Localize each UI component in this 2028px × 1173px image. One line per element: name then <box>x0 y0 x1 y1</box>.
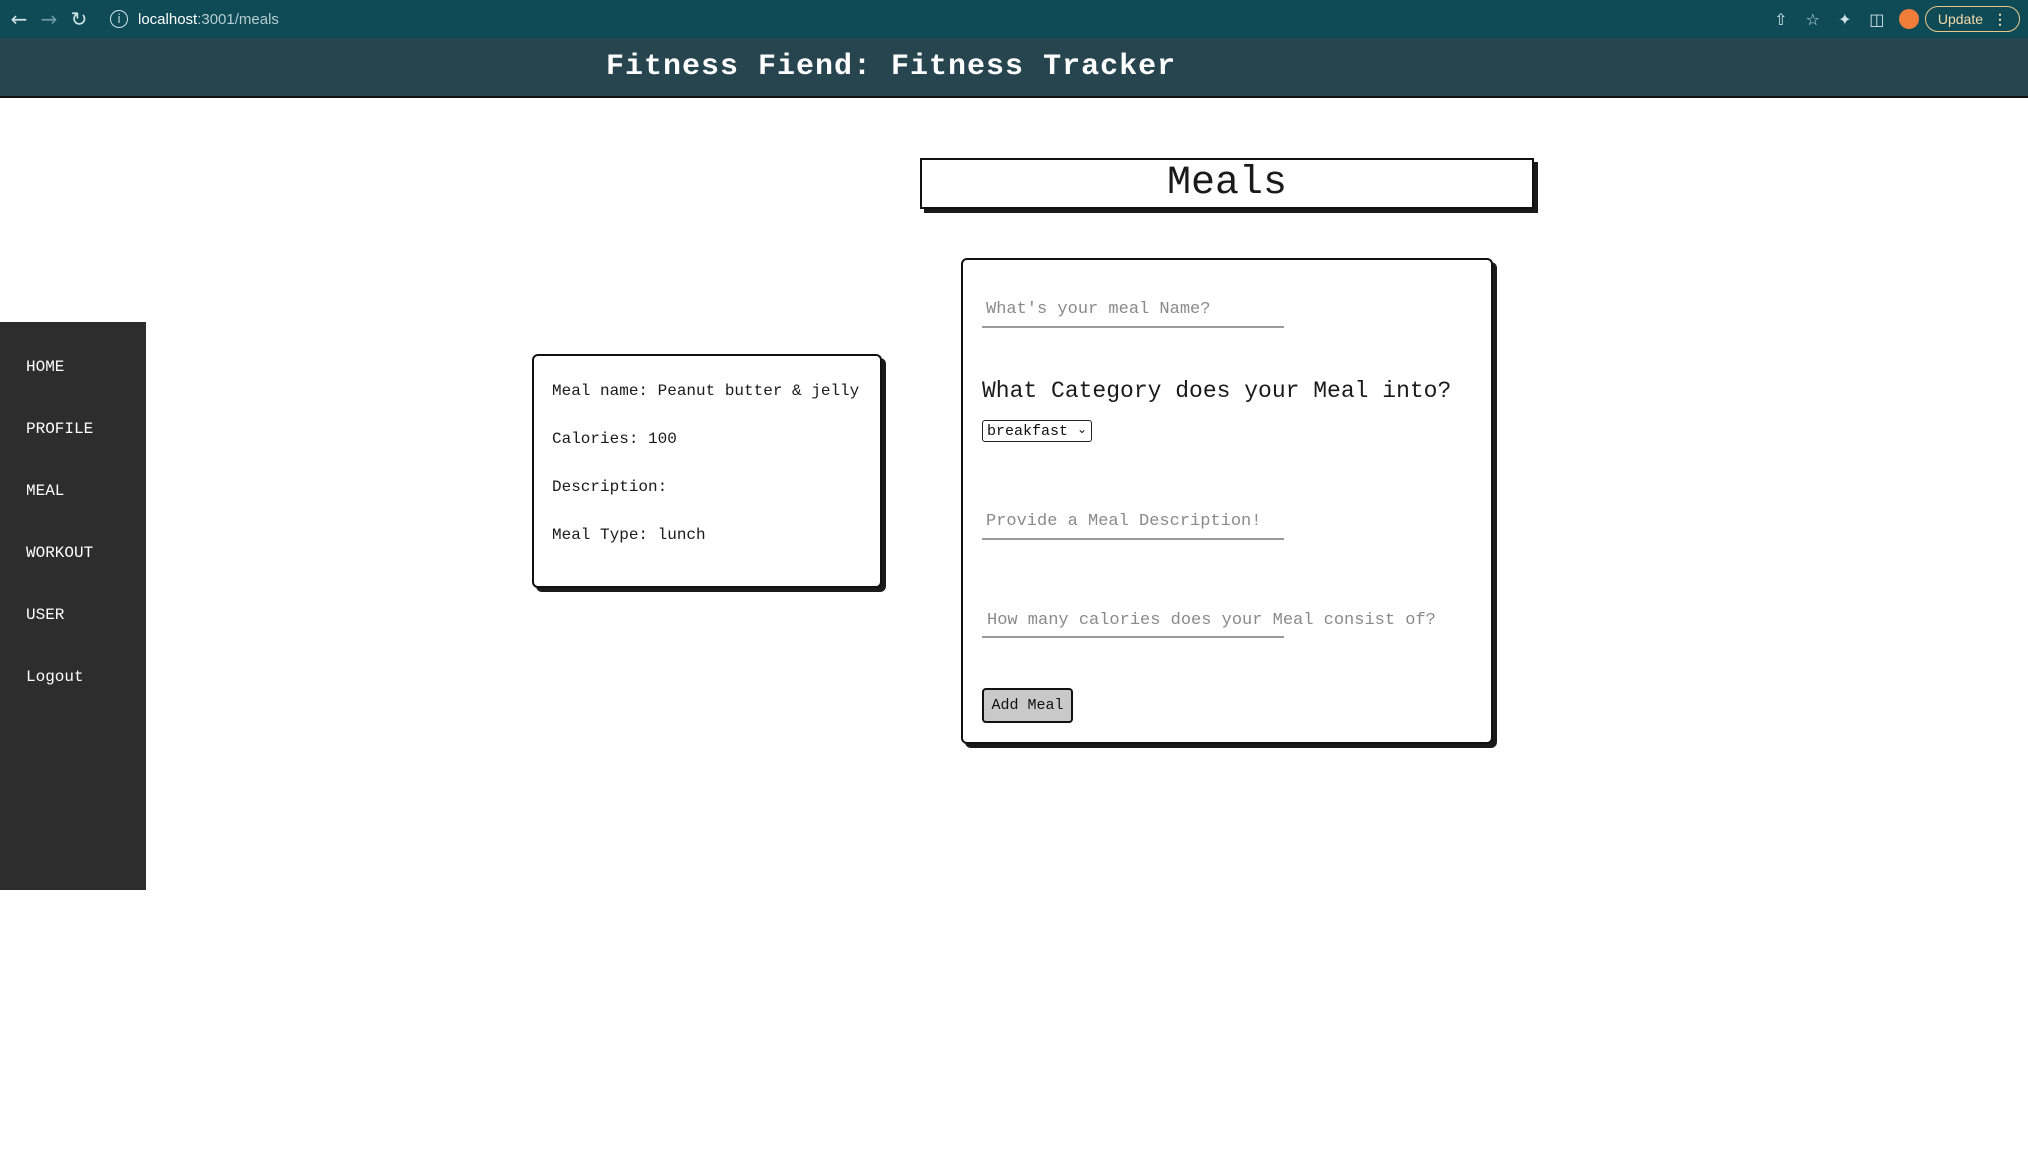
address-bar[interactable]: i localhost:3001/meals <box>110 5 279 33</box>
sidebar-item-user[interactable]: USER <box>26 606 64 624</box>
bookmark-star-icon[interactable]: ☆ <box>1797 3 1829 35</box>
sidebar-item-profile[interactable]: PROFILE <box>26 420 93 438</box>
browser-toolbar: ← → ↻ i localhost:3001/meals ⇧ ☆ ✦ ◫ Upd… <box>0 0 2028 38</box>
meal-description: Description: <box>552 478 668 496</box>
sidebar-item-meal[interactable]: MEAL <box>26 482 64 500</box>
meal-card: Meal name: Peanut butter & jelly Calorie… <box>532 354 882 588</box>
meal-type: Meal Type: lunch <box>552 526 706 544</box>
site-info-icon[interactable]: i <box>110 10 128 28</box>
sidebar-item-home[interactable]: HOME <box>26 358 64 376</box>
page-title: Meals <box>1166 161 1288 206</box>
meal-calories-input[interactable] <box>982 602 1284 638</box>
update-button[interactable]: Update ⋮ <box>1924 6 2020 32</box>
app-header: Fitness Fiend: Fitness Tracker <box>0 38 2028 98</box>
more-menu-icon[interactable]: ⋮ <box>1993 11 2007 28</box>
meal-description-input[interactable] <box>982 504 1284 540</box>
sidebar: HOME PROFILE MEAL WORKOUT USER Logout <box>0 322 146 890</box>
meal-calories: Calories: 100 <box>552 430 677 448</box>
category-select[interactable]: breakfast ⌄ <box>982 420 1092 442</box>
side-panel-icon[interactable]: ◫ <box>1861 3 1893 35</box>
add-meal-button[interactable]: Add Meal <box>982 688 1073 723</box>
forward-arrow-icon[interactable]: → <box>34 4 64 34</box>
meal-name-input[interactable] <box>982 292 1284 328</box>
share-icon[interactable]: ⇧ <box>1765 3 1797 35</box>
sidebar-item-workout[interactable]: WORKOUT <box>26 544 93 562</box>
profile-avatar[interactable] <box>1898 9 1919 29</box>
page-heading-box: Meals <box>920 158 1534 209</box>
app-title: Fitness Fiend: Fitness Tracker <box>606 50 1177 84</box>
category-label: What Category does your Meal into? <box>982 378 1452 404</box>
chevron-down-icon: ⌄ <box>1076 422 1087 436</box>
reload-icon[interactable]: ↻ <box>64 4 94 34</box>
sidebar-item-logout[interactable]: Logout <box>26 668 84 686</box>
url-text[interactable]: localhost:3001/meals <box>138 11 279 28</box>
back-arrow-icon[interactable]: ← <box>4 4 34 34</box>
meal-name: Meal name: Peanut butter & jelly <box>552 382 860 400</box>
add-meal-form: What Category does your Meal into? break… <box>961 258 1493 744</box>
extensions-puzzle-icon[interactable]: ✦ <box>1829 3 1861 35</box>
